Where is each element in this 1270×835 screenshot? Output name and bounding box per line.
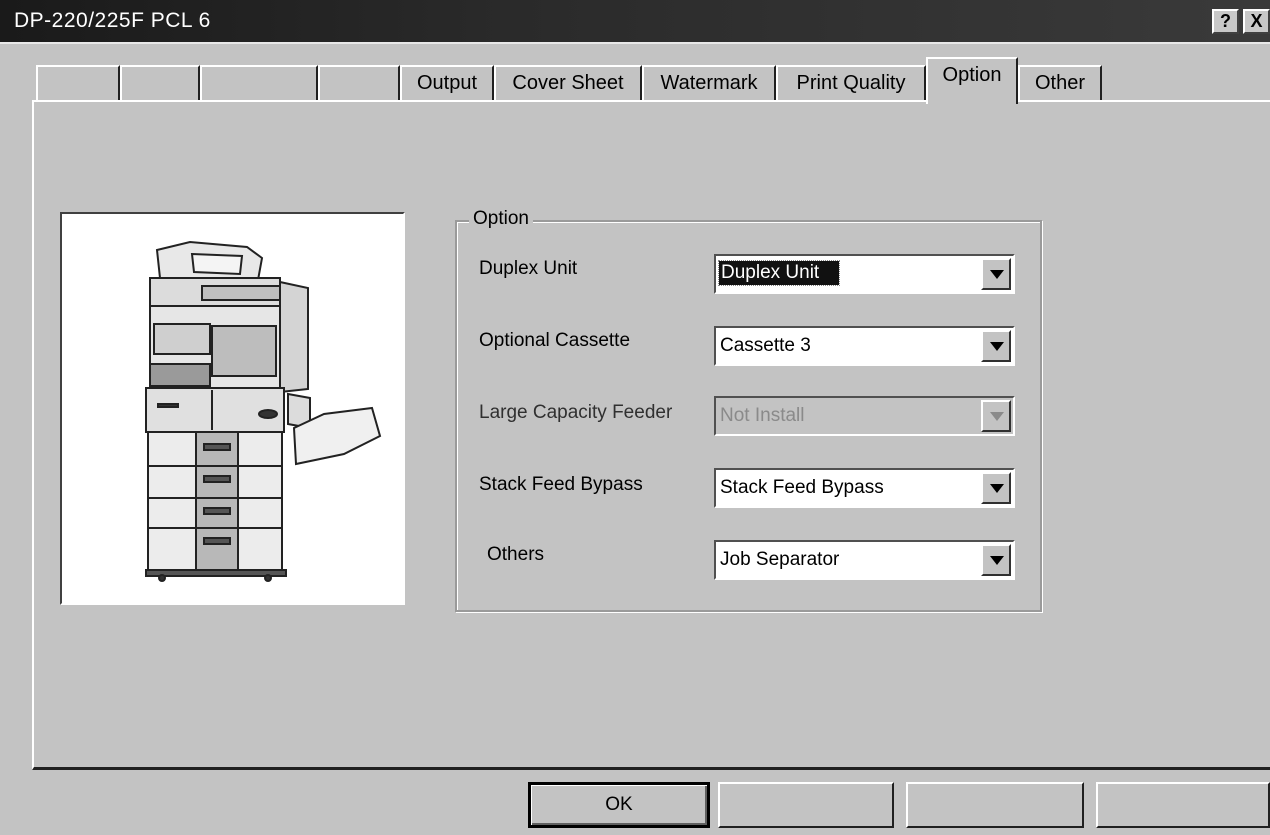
tab-blank-4[interactable]: [318, 65, 400, 102]
tab-watermark[interactable]: Watermark: [642, 65, 776, 102]
tab-option[interactable]: Option: [926, 57, 1018, 104]
chevron-down-icon: [990, 270, 1004, 279]
tab-output[interactable]: Output: [400, 65, 494, 102]
dialog-button-2[interactable]: [718, 782, 894, 828]
others-label: Others: [487, 544, 545, 565]
copier-machine-icon: [145, 240, 382, 582]
chevron-down-icon: [990, 484, 1004, 493]
optional-cassette-label: Optional Cassette: [479, 330, 631, 351]
tab-baseline: [32, 100, 1270, 102]
dialog-button-3[interactable]: [906, 782, 1084, 828]
option-group-legend: Option: [469, 208, 533, 230]
help-button[interactable]: ?: [1212, 9, 1239, 34]
large-capacity-feeder-dropdown-button: [981, 400, 1011, 432]
duplex-unit-select[interactable]: Duplex Unit: [714, 254, 1015, 294]
others-value: Job Separator: [720, 549, 840, 570]
duplex-unit-value: Duplex Unit: [717, 260, 841, 286]
duplex-unit-dropdown-button[interactable]: [981, 258, 1011, 290]
title-bar: DP-220/225F PCL 6 ? X: [0, 0, 1270, 44]
tab-blank-3[interactable]: [200, 65, 318, 102]
ok-button[interactable]: OK: [528, 782, 710, 828]
stack-feed-bypass-value: Stack Feed Bypass: [720, 477, 884, 498]
others-dropdown-button[interactable]: [981, 544, 1011, 576]
printer-preview-image: [60, 212, 405, 605]
stack-feed-bypass-select[interactable]: Stack Feed Bypass: [714, 468, 1015, 508]
stack-feed-bypass-dropdown-button[interactable]: [981, 472, 1011, 504]
dialog-button-4[interactable]: [1096, 782, 1270, 828]
large-capacity-feeder-label: Large Capacity Feeder: [479, 402, 673, 423]
window-title: DP-220/225F PCL 6: [14, 9, 211, 32]
others-select[interactable]: Job Separator: [714, 540, 1015, 580]
chevron-down-icon: [990, 556, 1004, 565]
tab-strip: Output Cover Sheet Watermark Print Quali…: [0, 44, 1270, 104]
chevron-down-icon: [990, 412, 1004, 421]
optional-cassette-dropdown-button[interactable]: [981, 330, 1011, 362]
stack-feed-bypass-label: Stack Feed Bypass: [479, 474, 643, 495]
tab-other[interactable]: Other: [1018, 65, 1102, 102]
large-capacity-feeder-select: Not Install: [714, 396, 1015, 436]
close-button[interactable]: X: [1243, 9, 1270, 34]
large-capacity-feeder-value: Not Install: [720, 405, 805, 426]
chevron-down-icon: [990, 342, 1004, 351]
tab-blank-1[interactable]: [36, 65, 120, 102]
tab-blank-2[interactable]: [120, 65, 200, 102]
tab-cover-sheet[interactable]: Cover Sheet: [494, 65, 642, 102]
duplex-unit-label: Duplex Unit: [479, 258, 578, 279]
optional-cassette-value: Cassette 3: [720, 335, 811, 356]
tab-print-quality[interactable]: Print Quality: [776, 65, 926, 102]
optional-cassette-select[interactable]: Cassette 3: [714, 326, 1015, 366]
printer-properties-dialog: DP-220/225F PCL 6 ? X Output Cover Sheet…: [0, 0, 1270, 835]
